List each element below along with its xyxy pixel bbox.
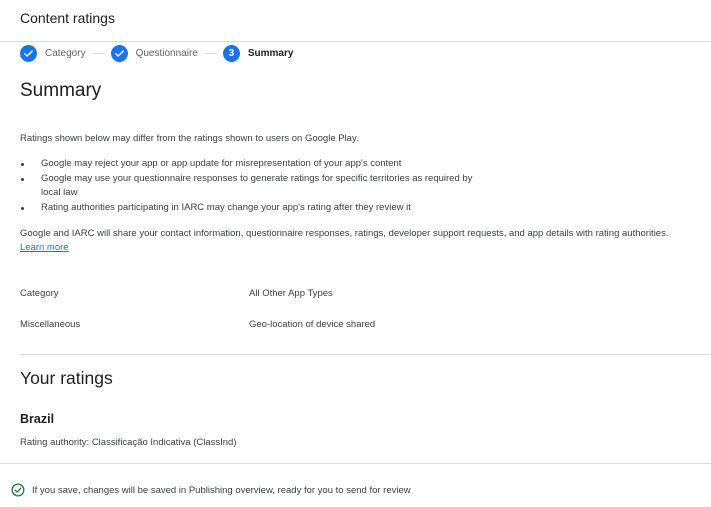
- detail-label-category: Category: [20, 288, 59, 299]
- list-item: Google may use your questionnaire respon…: [20, 172, 490, 201]
- step-separator: [204, 52, 217, 54]
- detail-value-miscellaneous: Geo-location of device shared: [249, 319, 376, 330]
- rating-country: Brazil: [20, 412, 55, 426]
- summary-heading: Summary: [20, 80, 102, 101]
- share-notice: Google and IARC will share your contact …: [20, 227, 680, 255]
- learn-more-link[interactable]: Learn more: [20, 242, 69, 253]
- step-category[interactable]: Category: [20, 44, 86, 62]
- ratings-heading: Your ratings: [20, 368, 113, 388]
- check-icon: [20, 44, 37, 62]
- step-separator: [92, 52, 105, 54]
- step-summary[interactable]: 3 Summary: [222, 44, 294, 62]
- detail-value-category: All Other App Types: [249, 288, 333, 299]
- section-divider: [20, 354, 711, 355]
- step-label: Questionnaire: [135, 47, 198, 59]
- page-title: Content ratings: [20, 10, 115, 26]
- page-header: Content ratings: [0, 0, 711, 42]
- check-circle-icon: [11, 483, 25, 497]
- save-notice-text: If you save, changes will be saved in Pu…: [32, 485, 411, 496]
- detail-label-miscellaneous: Miscellaneous: [20, 319, 81, 330]
- summary-bullets: Google may reject your app or app update…: [20, 157, 490, 215]
- list-item: Rating authorities participating in IARC…: [20, 201, 490, 216]
- step-questionnaire[interactable]: Questionnaire: [110, 44, 198, 62]
- rating-authority: Rating authority: Classificação Indicati…: [20, 437, 237, 448]
- summary-intro: Ratings shown below may differ from the …: [20, 133, 359, 144]
- check-icon: [110, 44, 128, 62]
- step-label: Category: [45, 47, 86, 59]
- list-item: Google may reject your app or app update…: [20, 157, 490, 172]
- step-label: Summary: [247, 47, 294, 59]
- step-number: 3: [222, 44, 240, 62]
- stepper: Category Questionnaire 3 Summary: [20, 44, 293, 62]
- save-notice-bar: If you save, changes will be saved in Pu…: [0, 463, 711, 507]
- share-text: Google and IARC will share your contact …: [20, 228, 669, 239]
